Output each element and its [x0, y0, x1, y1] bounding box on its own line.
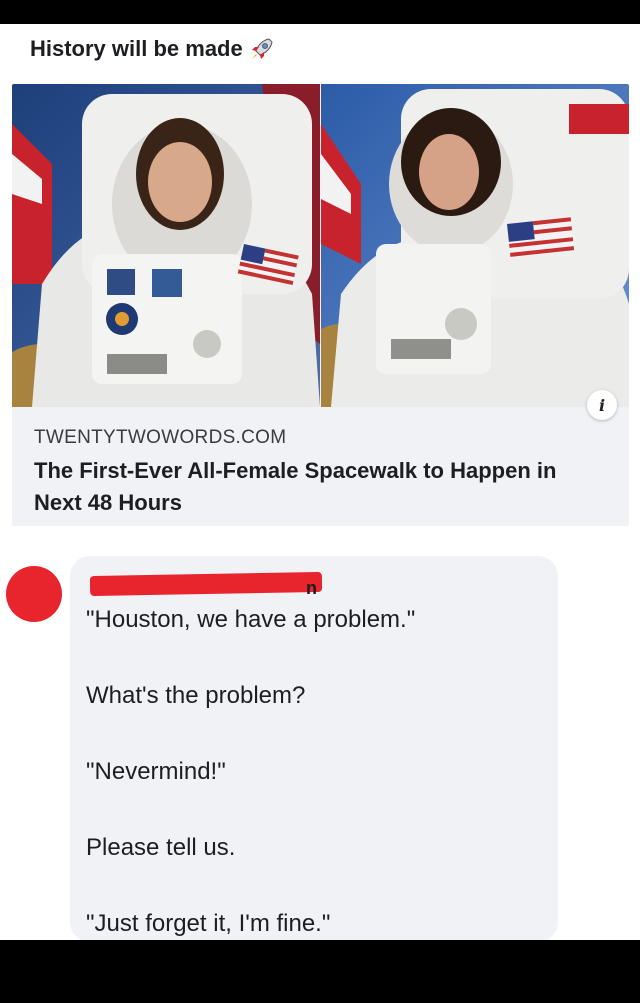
comment-bubble: n "Houston, we have a problem." What's t…	[70, 556, 558, 942]
astronaut-photo-right	[321, 84, 629, 407]
comment-line: "Houston, we have a problem."	[86, 606, 416, 633]
top-black-bar	[0, 0, 640, 24]
post-text: History will be made	[30, 36, 243, 61]
commenter-name-tail[interactable]: n	[306, 578, 317, 599]
link-title[interactable]: The First-Ever All-Female Spacewalk to H…	[34, 455, 604, 519]
link-preview-image[interactable]	[12, 84, 629, 407]
bottom-black-bar	[0, 940, 640, 1003]
post-caption: History will be made	[30, 36, 275, 62]
facebook-post: History will be made i TWENTYTWOWORDS.CO…	[0, 24, 640, 942]
comment-line: What's the problem?	[86, 682, 306, 709]
astronaut-photo-left	[12, 84, 320, 407]
link-preview-card[interactable]: i TWENTYTWOWORDS.COM The First-Ever All-…	[12, 84, 629, 526]
rocket-icon	[249, 36, 275, 62]
comment-text: "Houston, we have a problem." What's the…	[86, 600, 415, 980]
comment-line: "Nevermind!"	[86, 758, 226, 785]
commenter-name-redaction	[89, 571, 323, 597]
avatar-redacted[interactable]	[6, 566, 62, 622]
info-icon[interactable]: i	[587, 390, 617, 420]
link-domain: TWENTYTWOWORDS.COM	[34, 427, 287, 448]
comment-line: Please tell us.	[86, 834, 236, 861]
